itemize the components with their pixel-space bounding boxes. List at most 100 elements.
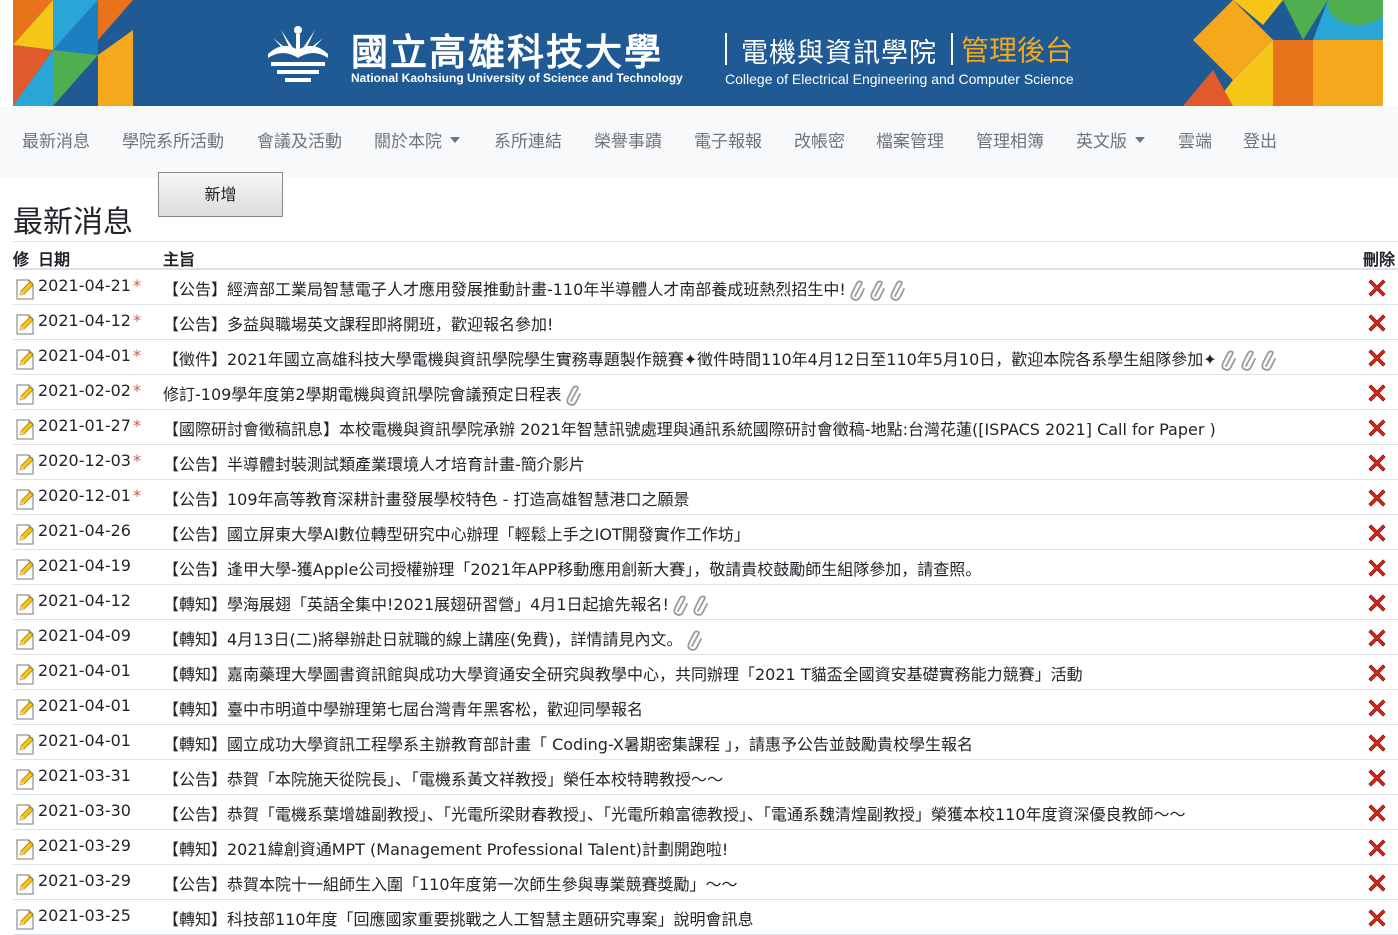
- row-subject-link[interactable]: 【轉知】學海展翅「英語全集中!2021展翅研習營」4月1日起搶先報名!: [163, 591, 709, 617]
- row-subject-link[interactable]: 【徵件】2021年國立高雄科技大學電機與資訊學院學生實務專題製作競賽✦徵件時間1…: [163, 346, 1277, 372]
- nav-latest-news[interactable]: 最新消息: [22, 106, 90, 178]
- delete-icon[interactable]: [1366, 627, 1388, 649]
- nav-e-newsletter[interactable]: 電子報報: [694, 106, 762, 178]
- edit-icon[interactable]: [15, 873, 35, 895]
- delete-icon[interactable]: [1366, 662, 1388, 684]
- delete-icon[interactable]: [1366, 802, 1388, 824]
- row-date: 2021-03-29: [38, 836, 131, 855]
- column-header-date: 日期: [38, 250, 71, 269]
- nav-honors[interactable]: 榮譽事蹟: [594, 106, 662, 178]
- row-subject-text: 【轉知】4月13日(二)將舉辦赴日就職的線上講座(免費)，詳情請見內文。: [163, 630, 683, 649]
- row-subject-link[interactable]: 修訂-109學年度第2學期電機與資訊學院會議預定日程表: [163, 381, 582, 407]
- nav-label: 英文版: [1076, 132, 1127, 152]
- row-subject-text: 【公告】經濟部工業局智慧電子人才應用發展推動計畫-110年半導體人才南部養成班熱…: [163, 280, 846, 299]
- delete-icon[interactable]: [1366, 347, 1388, 369]
- edit-icon[interactable]: [15, 558, 35, 580]
- row-subject-link[interactable]: 【公告】半導體封裝測試類產業環境人才培育計畫-簡介影片: [163, 451, 585, 475]
- edit-icon[interactable]: [15, 838, 35, 860]
- paperclip-icon[interactable]: [565, 385, 582, 407]
- edit-icon[interactable]: [15, 663, 35, 685]
- table-row: 2021-04-12 * 【公告】多益與職場英文課程即將開班，歡迎報名參加!: [13, 305, 1398, 340]
- paperclip-icon[interactable]: [890, 280, 906, 302]
- row-subject-link[interactable]: 【國際研討會徵稿訊息】本校電機與資訊學院承辦 2021年智慧訊號處理與通訊系統國…: [163, 416, 1216, 440]
- row-subject-link[interactable]: 【公告】國立屏東大學AI數位轉型研究中心辦理「輕鬆上手之IOT開發實作工作坊」: [163, 521, 750, 545]
- nav-change-password[interactable]: 改帳密: [794, 106, 845, 178]
- nav-department-links[interactable]: 系所連結: [494, 106, 562, 178]
- row-subject-link[interactable]: 【公告】逢甲大學-獲Apple公司授權辦理「2021年APP移動應用創新大賽」，…: [163, 556, 981, 580]
- delete-icon[interactable]: [1366, 522, 1388, 544]
- nav-college-activities[interactable]: 學院系所活動: [122, 106, 224, 178]
- delete-icon[interactable]: [1366, 557, 1388, 579]
- nav-about-dropdown[interactable]: 關於本院: [374, 106, 460, 178]
- edit-icon[interactable]: [15, 768, 35, 790]
- edit-icon[interactable]: [15, 523, 35, 545]
- add-news-button[interactable]: 新增: [158, 172, 283, 217]
- nav-meetings[interactable]: 會議及活動: [257, 106, 342, 178]
- edit-icon[interactable]: [15, 698, 35, 720]
- edit-icon[interactable]: [15, 593, 35, 615]
- edit-icon[interactable]: [15, 908, 35, 930]
- nav-label: 管理相簿: [976, 132, 1044, 152]
- nav-manage-albums[interactable]: 管理相簿: [976, 106, 1044, 178]
- pinned-star-icon: *: [133, 416, 141, 435]
- table-row: 2021-04-19 【公告】逢甲大學-獲Apple公司授權辦理「2021年AP…: [13, 550, 1398, 585]
- paperclip-icon[interactable]: [870, 280, 886, 302]
- row-subject-link[interactable]: 【轉知】2021緯創資通MPT (Management Professional…: [163, 836, 728, 860]
- row-subject-link[interactable]: 【轉知】科技部110年度「回應國家重要挑戰之人工智慧主題研究專案」說明會訊息: [163, 906, 754, 930]
- attachments: [562, 385, 582, 407]
- edit-icon[interactable]: [15, 278, 35, 300]
- delete-icon[interactable]: [1366, 592, 1388, 614]
- edit-icon[interactable]: [15, 383, 35, 405]
- row-subject-link[interactable]: 【轉知】4月13日(二)將舉辦赴日就職的線上講座(免費)，詳情請見內文。: [163, 626, 703, 652]
- delete-icon[interactable]: [1366, 417, 1388, 439]
- table-row: 2021-04-01 【轉知】國立成功大學資訊工程學系主辦教育部計畫「 Codi…: [13, 725, 1398, 760]
- nav-cloud[interactable]: 雲端: [1178, 106, 1212, 178]
- delete-icon[interactable]: [1366, 837, 1388, 859]
- edit-icon[interactable]: [15, 488, 35, 510]
- row-subject-link[interactable]: 【公告】恭賀「電機系葉增雄副教授」、「光電所梁財春教授」、「光電所賴富德教授」、…: [163, 801, 1186, 825]
- row-subject-link[interactable]: 【公告】109年高等教育深耕計畫發展學校特色 - 打造高雄智慧港口之願景: [163, 486, 690, 510]
- row-subject-link[interactable]: 【轉知】臺中市明道中學辦理第七屆台灣青年黑客松，歡迎同學報名: [163, 696, 643, 720]
- delete-icon[interactable]: [1366, 872, 1388, 894]
- delete-icon[interactable]: [1366, 697, 1388, 719]
- paperclip-icon[interactable]: [850, 280, 866, 302]
- edit-icon[interactable]: [15, 418, 35, 440]
- nav-logout[interactable]: 登出: [1243, 106, 1277, 178]
- table-row: 2021-03-30 【公告】恭賀「電機系葉增雄副教授」、「光電所梁財春教授」、…: [13, 795, 1398, 830]
- delete-icon[interactable]: [1366, 312, 1388, 334]
- paperclip-icon[interactable]: [686, 630, 703, 652]
- edit-icon[interactable]: [15, 313, 35, 335]
- paperclip-icon[interactable]: [1241, 350, 1257, 372]
- paperclip-icon[interactable]: [1221, 350, 1237, 372]
- university-logo-icon: [268, 26, 328, 82]
- paperclip-icon[interactable]: [693, 595, 709, 617]
- edit-icon[interactable]: [15, 453, 35, 475]
- delete-icon[interactable]: [1366, 767, 1388, 789]
- row-subject-link[interactable]: 【公告】恭賀「本院施天從院長」、「電機系黃文祥教授」榮任本校特聘教授～～: [163, 766, 723, 790]
- edit-icon[interactable]: [15, 348, 35, 370]
- row-subject-link[interactable]: 【公告】經濟部工業局智慧電子人才應用發展推動計畫-110年半導體人才南部養成班熱…: [163, 276, 906, 302]
- college-name-en: College of Electrical Engineering and Co…: [725, 71, 1074, 87]
- edit-icon[interactable]: [15, 733, 35, 755]
- row-subject-link[interactable]: 【公告】多益與職場英文課程即將開班，歡迎報名參加!: [163, 311, 553, 335]
- delete-icon[interactable]: [1366, 452, 1388, 474]
- table-row: 2021-03-25 【轉知】科技部110年度「回應國家重要挑戰之人工智慧主題研…: [13, 900, 1398, 935]
- pinned-star-icon: *: [133, 311, 141, 330]
- nav-label: 系所連結: [494, 132, 562, 152]
- delete-icon[interactable]: [1366, 277, 1388, 299]
- delete-icon[interactable]: [1366, 907, 1388, 929]
- row-subject-link[interactable]: 【公告】恭賀本院十一組師生入圍「110年度第一次師生參與專業競賽獎勵」～～: [163, 871, 738, 895]
- paperclip-icon[interactable]: [673, 595, 689, 617]
- row-subject-link[interactable]: 【轉知】嘉南藥理大學圖書資訊館與成功大學資通安全研究與教學中心，共同辦理「202…: [163, 661, 1083, 685]
- delete-icon[interactable]: [1366, 732, 1388, 754]
- nav-english-dropdown[interactable]: 英文版: [1076, 106, 1145, 178]
- nav-file-management[interactable]: 檔案管理: [876, 106, 944, 178]
- edit-icon[interactable]: [15, 803, 35, 825]
- delete-icon[interactable]: [1366, 382, 1388, 404]
- table-header: 修 日期 主旨 刪除: [13, 241, 1398, 270]
- row-subject-link[interactable]: 【轉知】國立成功大學資訊工程學系主辦教育部計畫「 Coding-X暑期密集課程 …: [163, 731, 973, 755]
- nav-label: 雲端: [1178, 132, 1212, 152]
- delete-icon[interactable]: [1366, 487, 1388, 509]
- edit-icon[interactable]: [15, 628, 35, 650]
- paperclip-icon[interactable]: [1261, 350, 1277, 372]
